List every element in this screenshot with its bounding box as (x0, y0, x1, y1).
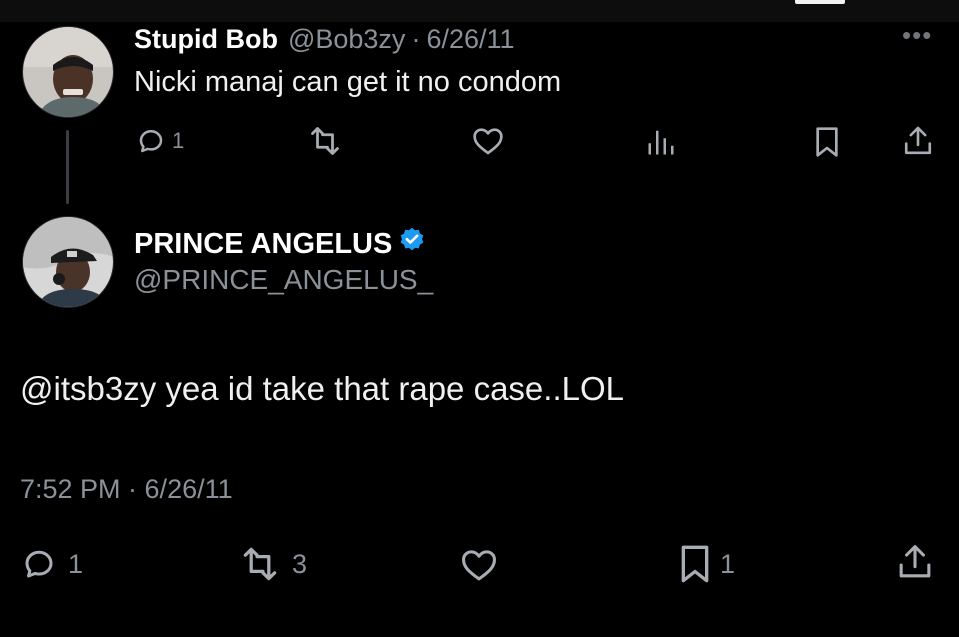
reply-like-button[interactable] (472, 126, 504, 156)
reply-share-button[interactable] (902, 124, 934, 158)
reply-separator: · (411, 24, 421, 54)
avatar-image (23, 27, 113, 117)
heart-icon (473, 128, 503, 155)
reply-date[interactable]: 6/26/11 (426, 24, 514, 55)
main-bookmark-count: 1 (720, 548, 736, 579)
bookmark-icon (681, 545, 709, 583)
top-bar (0, 0, 959, 22)
reply-tweet-text: Nicki manaj can get it no condom (134, 66, 562, 98)
reply-icon (139, 130, 163, 153)
main-reply-count: 1 (68, 548, 84, 579)
reply-handle[interactable]: @Bob3zy (288, 24, 405, 55)
reply-reply-count: 1 (172, 128, 185, 153)
status-bar-indicator (795, 0, 845, 4)
main-retweet-count: 3 (292, 548, 308, 579)
reply-reply-button[interactable]: 1 (136, 126, 184, 156)
heart-icon (461, 550, 496, 581)
reply-tweet-header: Stupid Bob @Bob3zy · 6/26/11 (134, 24, 515, 58)
reply-bookmark-button[interactable] (814, 126, 840, 158)
main-retweet-button[interactable]: 3 (238, 546, 307, 582)
retweet-icon (311, 127, 339, 155)
main-display-name-row: PRINCE ANGELUS (134, 226, 426, 262)
views-chart-icon (648, 130, 674, 155)
reply-retweet-button[interactable] (306, 126, 344, 156)
share-icon (904, 126, 932, 155)
main-display-name[interactable]: PRINCE ANGELUS (134, 228, 392, 261)
retweet-icon (243, 547, 277, 581)
bookmark-icon (816, 127, 838, 157)
main-tweet-timestamp[interactable]: 7:52 PM · 6/26/11 (20, 474, 233, 505)
verified-check-icon (401, 227, 424, 251)
main-reply-button[interactable]: 1 (20, 546, 83, 582)
reply-icon (25, 550, 53, 578)
verified-badge-icon[interactable] (398, 226, 426, 262)
reply-views-button[interactable] (646, 128, 676, 156)
main-like-button[interactable] (460, 548, 498, 582)
main-bookmark-button[interactable]: 1 (680, 544, 735, 584)
more-horizontal-icon[interactable]: ••• (902, 22, 932, 48)
main-handle[interactable]: @PRINCE_ANGELUS_ (134, 264, 433, 296)
avatar-image (23, 217, 113, 307)
main-tweet-text: @itsb3zy yea id take that rape case..LOL (20, 370, 624, 407)
avatar-prince-angelus[interactable] (22, 216, 114, 308)
reply-display-name[interactable]: Stupid Bob (134, 24, 278, 55)
avatar-stupid-bob[interactable] (22, 26, 114, 118)
main-share-button[interactable] (896, 542, 934, 582)
thread-connector-line (66, 130, 69, 204)
share-icon (899, 545, 931, 578)
